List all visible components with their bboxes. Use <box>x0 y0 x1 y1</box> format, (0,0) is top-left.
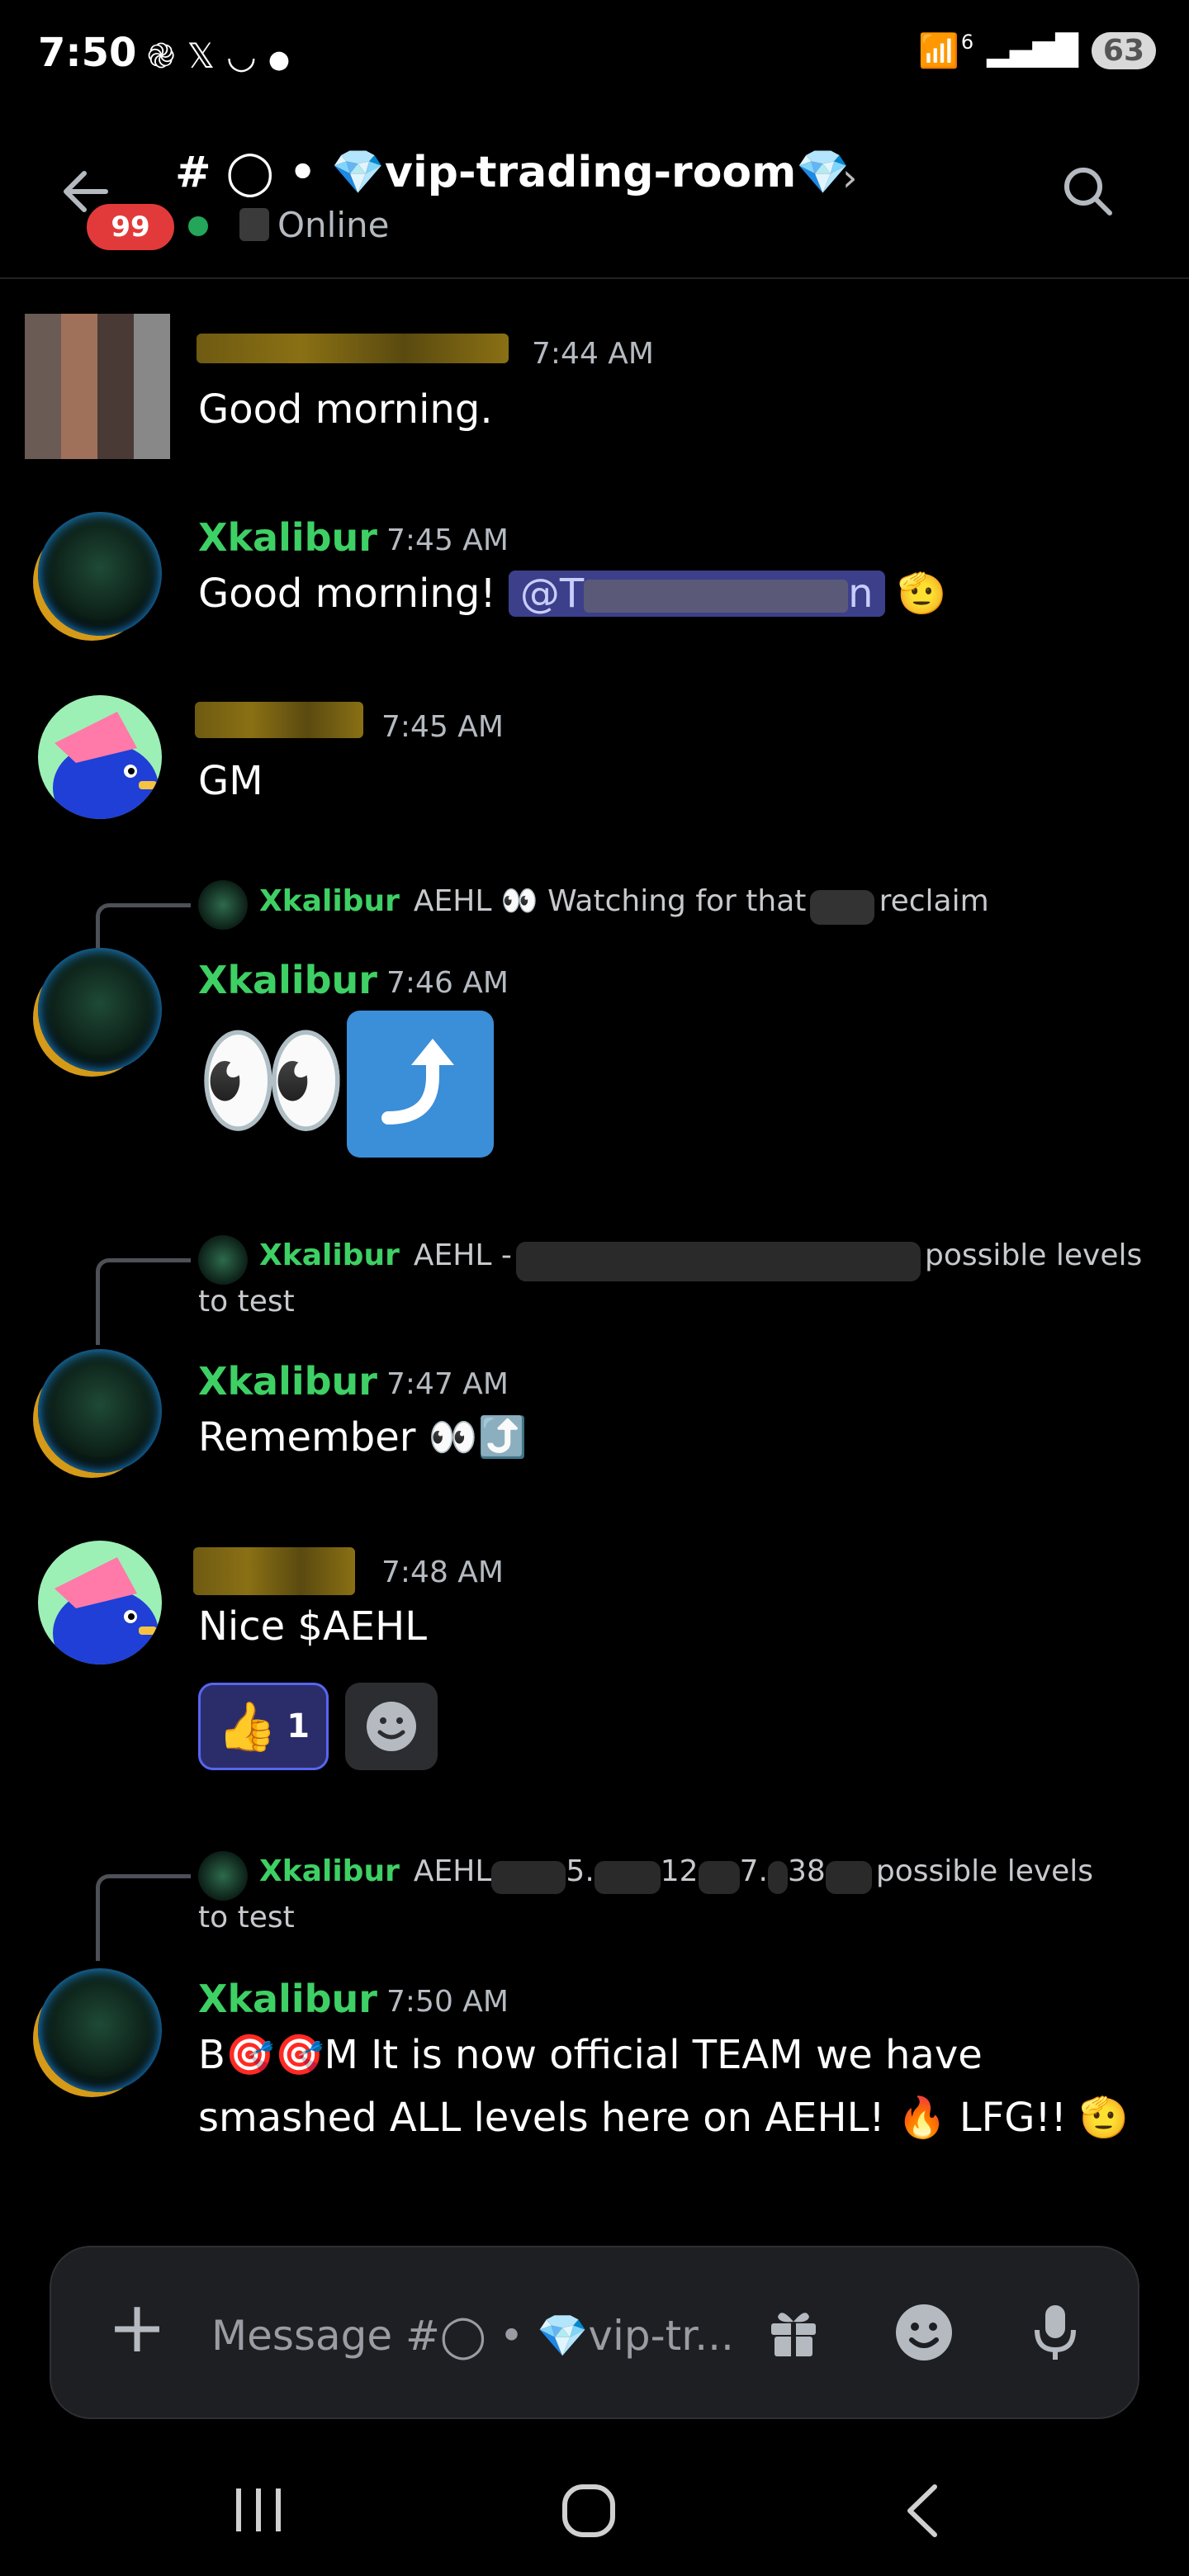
message-timestamp: 7:47 AM <box>386 1367 509 1401</box>
salute-emoji: 🫡 <box>897 571 947 617</box>
redacted-block <box>239 208 269 241</box>
thumbs-up-emoji: 👍 <box>216 1698 277 1754</box>
openai-icon: ֎ <box>147 36 187 76</box>
message-timestamp: 7:45 AM <box>381 710 504 744</box>
online-status-text: Online <box>277 205 390 245</box>
message-text: Remember 👀⤴️ <box>198 1414 528 1461</box>
microphone-icon[interactable] <box>1030 2302 1080 2363</box>
redacted-username[interactable] <box>195 702 363 738</box>
duck-avatar-icon <box>53 1557 159 1664</box>
reply-preview[interactable]: Xkalibur AEHL 👀 Watching for that reclai… <box>259 883 989 925</box>
wifi-icon: 📶 <box>918 32 959 70</box>
status-bar: 7:50 ֎𝕏◡● 📶 6 ▂▄▆█ 63 <box>0 0 1189 116</box>
reply-preview-continuation: to test <box>198 1285 295 1319</box>
reply-avatar <box>198 880 248 930</box>
signal-icon: ▂▄▆█ <box>987 34 1078 68</box>
status-right: 📶 6 ▂▄▆█ 63 <box>918 31 1156 70</box>
avatar[interactable] <box>38 512 162 636</box>
username[interactable]: Xkalibur <box>198 515 377 560</box>
message-text: Nice $AEHL <box>198 1603 427 1650</box>
avatar[interactable] <box>25 314 170 459</box>
user-mention[interactable]: @T n <box>508 571 885 617</box>
message-text-line-1: B🎯🎯M It is now official TEAM we have <box>198 2032 983 2078</box>
add-reaction-button[interactable] <box>345 1683 438 1770</box>
message-input[interactable]: Message #◯ • 💎vip-tr... <box>211 2312 734 2361</box>
message-text: Good morning! @T n 🫡 <box>198 570 947 617</box>
home-icon[interactable] <box>560 2482 618 2540</box>
avatar[interactable] <box>38 948 162 1072</box>
avatar[interactable] <box>38 1541 162 1664</box>
chevron-right-icon[interactable]: › <box>842 155 857 200</box>
reply-preview[interactable]: Xkalibur AEHL - possible levels <box>259 1238 1142 1281</box>
message-text-line-2: smashed ALL levels here on AEHL! 🔥 LFG!!… <box>198 2095 1129 2141</box>
message-composer: + Message #◯ • 💎vip-tr... <box>50 2246 1139 2419</box>
reply-avatar <box>198 1235 248 1285</box>
reply-avatar <box>198 1851 248 1901</box>
duck-avatar-icon <box>53 712 159 819</box>
reaction-thumbs-up[interactable]: 👍 1 <box>198 1683 329 1770</box>
redacted-username[interactable] <box>197 334 509 363</box>
username[interactable]: Xkalibur <box>198 958 377 1002</box>
status-time: 7:50 <box>38 30 137 76</box>
eyes-emoji: 👀 <box>195 1009 349 1153</box>
reaction-count: 1 <box>287 1707 310 1745</box>
recent-apps-icon[interactable] <box>230 2485 287 2535</box>
reply-preview-continuation: to test <box>198 1901 295 1934</box>
android-nav-bar <box>0 2444 1189 2576</box>
message-text: GM <box>198 758 263 804</box>
message-timestamp: 7:46 AM <box>386 966 509 1000</box>
emoji-icon[interactable] <box>893 2302 955 2363</box>
message-timestamp: 7:45 AM <box>386 523 509 557</box>
right-arrow-curving-up-emoji <box>347 1011 494 1158</box>
username[interactable]: Xkalibur <box>198 1977 377 2021</box>
username[interactable]: Xkalibur <box>198 1359 377 1404</box>
redacted-username[interactable] <box>193 1547 355 1595</box>
arrow-curving-up-icon <box>381 1039 454 1125</box>
gift-icon[interactable] <box>765 2304 822 2361</box>
dot-icon: ● <box>268 45 302 74</box>
channel-title[interactable]: # ◯ • 💎vip-trading-room💎 <box>175 147 850 197</box>
avatar[interactable] <box>38 1968 162 2092</box>
back-nav-icon[interactable] <box>902 2482 943 2540</box>
message-timestamp: 7:50 AM <box>386 1985 509 2019</box>
reply-connector <box>96 1874 191 1961</box>
message-body: Good morning! <box>198 571 496 617</box>
smile-icon: ◡ <box>226 36 268 76</box>
add-reaction-icon <box>367 1702 416 1751</box>
message-text: Good morning. <box>198 386 493 433</box>
message-timestamp: 7:48 AM <box>381 1556 504 1589</box>
reply-preview[interactable]: Xkalibur AEHL 5. 12 7. 38 possible levels <box>259 1854 1093 1894</box>
network-label: 6 <box>960 30 974 54</box>
avatar[interactable] <box>38 695 162 819</box>
x-icon: 𝕏 <box>187 36 227 76</box>
search-icon[interactable] <box>1059 162 1116 220</box>
plus-icon[interactable]: + <box>107 2290 167 2365</box>
reply-connector <box>96 1258 191 1345</box>
message-timestamp: 7:44 AM <box>532 337 654 371</box>
unread-badge: 99 <box>83 200 178 254</box>
reply-connector <box>96 903 191 949</box>
channel-header: 99 # ◯ • 💎vip-trading-room💎 › Online <box>0 132 1189 279</box>
online-status-dot <box>188 216 208 236</box>
avatar[interactable] <box>38 1349 162 1473</box>
status-notification-icons: ֎𝕏◡● <box>147 31 301 78</box>
battery-indicator: 63 <box>1091 32 1156 69</box>
